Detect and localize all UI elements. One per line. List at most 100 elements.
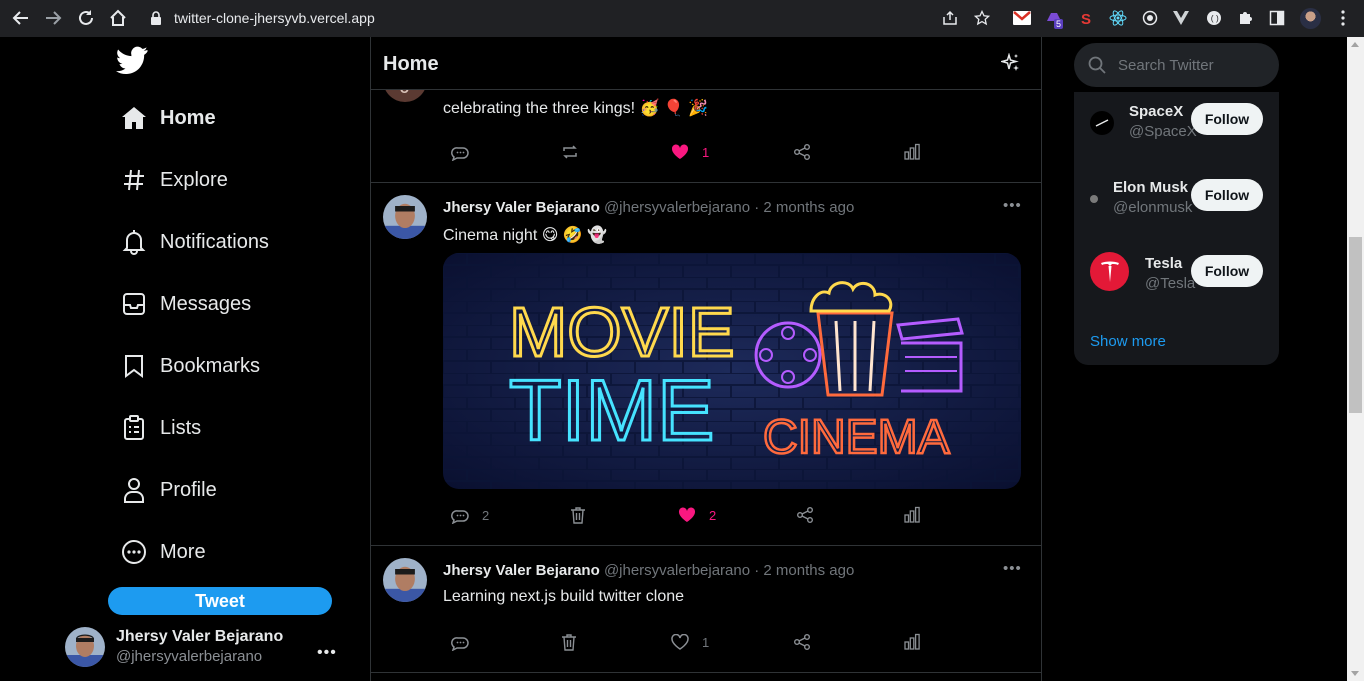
sidebar-item-label: Bookmarks bbox=[160, 354, 261, 377]
like-button[interactable]: 1 bbox=[671, 141, 709, 163]
like-button[interactable]: 1 bbox=[671, 631, 709, 653]
code-extension-icon[interactable]: () bbox=[1204, 8, 1224, 28]
follow-button[interactable]: Follow bbox=[1191, 103, 1263, 135]
sidebar-item-more[interactable]: More bbox=[121, 534, 206, 570]
react-devtools-icon[interactable] bbox=[1108, 8, 1128, 28]
sidebar-item-label: Profile bbox=[160, 478, 217, 501]
home-page-icon[interactable] bbox=[106, 6, 130, 30]
extension-badge: 5 bbox=[1054, 19, 1064, 29]
tweet-button[interactable]: Tweet bbox=[108, 587, 332, 615]
tweet-author-name[interactable]: Jhersy Valer Bejarano bbox=[443, 199, 600, 216]
bookmark-icon bbox=[121, 353, 147, 379]
lock-icon bbox=[150, 11, 162, 25]
url-text: twitter-clone-jhersyvb.vercel.app bbox=[174, 10, 375, 26]
like-count: 1 bbox=[702, 144, 710, 160]
share-button[interactable] bbox=[796, 504, 814, 526]
trash-icon bbox=[561, 633, 577, 651]
sidebar-item-label: Notifications bbox=[160, 230, 269, 253]
follow-suggestion-elonmusk[interactable]: Elon Musk @elonmusk Follow bbox=[1074, 179, 1279, 225]
retweet-icon bbox=[561, 143, 579, 161]
tweet-author-handle[interactable]: @jhersyvalerbejarano bbox=[604, 562, 750, 579]
side-panel-icon[interactable] bbox=[1267, 8, 1287, 28]
tweet-media-image[interactable]: MOVIE TIME CINEMA bbox=[443, 253, 1021, 489]
share-icon[interactable] bbox=[940, 8, 960, 28]
sidebar-item-profile[interactable]: Profile bbox=[121, 472, 217, 508]
avatar bbox=[383, 195, 427, 239]
forward-icon[interactable] bbox=[41, 6, 65, 30]
address-bar[interactable]: twitter-clone-jhersyvb.vercel.app bbox=[138, 3, 1004, 33]
tweet[interactable]: Jhersy Valer Bejarano @jhersyvalerbejara… bbox=[371, 546, 1041, 673]
sidebar-item-label: More bbox=[160, 540, 206, 563]
browser-menu-icon[interactable] bbox=[1333, 8, 1353, 28]
follow-button[interactable]: Follow bbox=[1191, 179, 1263, 211]
like-button[interactable]: 2 bbox=[678, 504, 716, 526]
follow-suggestion-tesla[interactable]: Tesla @Tesla Follow bbox=[1074, 252, 1279, 301]
like-count: 2 bbox=[709, 507, 717, 523]
account-more-icon[interactable]: ••• bbox=[317, 644, 337, 662]
bar-chart-icon bbox=[903, 633, 921, 651]
scrollbar-thumb[interactable] bbox=[1349, 237, 1362, 413]
reply-button[interactable] bbox=[451, 141, 469, 163]
tweet-author-handle[interactable]: @jhersyvalerbejarano bbox=[604, 199, 750, 216]
delete-button[interactable] bbox=[561, 631, 577, 653]
analytics-button[interactable] bbox=[903, 141, 921, 163]
analytics-button[interactable] bbox=[903, 631, 921, 653]
tweet-header: Jhersy Valer Bejarano @jhersyvalerbejara… bbox=[443, 562, 854, 579]
retweet-button[interactable] bbox=[561, 141, 579, 163]
media-text-time: TIME bbox=[509, 363, 714, 459]
tweet-more-icon[interactable]: ••• bbox=[1003, 560, 1022, 577]
twitter-logo-icon[interactable] bbox=[116, 46, 148, 74]
tweet-actions: 2 2 bbox=[443, 504, 1003, 526]
sparkle-icon[interactable] bbox=[1001, 53, 1021, 73]
gmail-extension-icon[interactable] bbox=[1012, 8, 1032, 28]
avatar bbox=[383, 558, 427, 602]
extensions-puzzle-icon[interactable] bbox=[1235, 8, 1255, 28]
back-icon[interactable] bbox=[9, 6, 33, 30]
sidebar-item-label: Home bbox=[160, 106, 216, 129]
feed-header: Home bbox=[371, 37, 1041, 90]
heart-outline-icon bbox=[671, 634, 689, 650]
account-handle: @jhersyvalerbejarano bbox=[116, 648, 263, 665]
share-button[interactable] bbox=[793, 631, 811, 653]
analytics-button[interactable] bbox=[903, 504, 921, 526]
tweet-author-name[interactable]: Jhersy Valer Bejarano bbox=[443, 562, 600, 579]
tweet-text: celebrating the three kings! 🥳 🎈 🎉 bbox=[443, 100, 709, 117]
sidebar-item-lists[interactable]: Lists bbox=[121, 410, 201, 446]
suggestion-handle: @SpaceX bbox=[1129, 123, 1197, 140]
user-icon bbox=[121, 477, 147, 503]
vue-devtools-icon[interactable] bbox=[1171, 8, 1191, 28]
sidebar-item-bookmarks[interactable]: Bookmarks bbox=[121, 348, 260, 384]
sidebar-item-label: Lists bbox=[160, 416, 202, 439]
tesla-logo-icon bbox=[1090, 252, 1129, 291]
follow-suggestion-spacex[interactable]: SpaceX @SpaceX Follow bbox=[1074, 103, 1279, 149]
tweet[interactable]: Jhersy Valer Bejarano @jhersyvalerbejara… bbox=[371, 183, 1041, 546]
tweet-timestamp: · 2 months ago bbox=[754, 199, 855, 216]
bar-chart-icon bbox=[903, 506, 921, 524]
show-more-link[interactable]: Show more bbox=[1090, 333, 1166, 350]
search-box[interactable]: Search Twitter bbox=[1074, 43, 1279, 87]
share-button[interactable] bbox=[793, 141, 811, 163]
account-switcher[interactable]: Jhersy Valer Bejarano @jhersyvalerbejara… bbox=[65, 627, 345, 667]
scroll-up-arrow-icon[interactable] bbox=[1351, 42, 1359, 47]
follow-button[interactable]: Follow bbox=[1191, 255, 1263, 287]
page-scrollbar[interactable] bbox=[1347, 37, 1364, 681]
star-icon[interactable] bbox=[972, 8, 992, 28]
search-icon bbox=[1088, 56, 1106, 74]
sidebar-item-messages[interactable]: Messages bbox=[121, 286, 251, 322]
sidebar-item-home[interactable]: Home bbox=[121, 100, 216, 136]
scroll-down-arrow-icon[interactable] bbox=[1351, 671, 1359, 676]
sidebar-item-notifications[interactable]: Notifications bbox=[121, 224, 269, 260]
tweet-more-icon[interactable]: ••• bbox=[1003, 197, 1022, 214]
s-extension-icon[interactable]: S bbox=[1076, 8, 1096, 28]
search-input[interactable]: Search Twitter bbox=[1118, 57, 1214, 74]
target-extension-icon[interactable] bbox=[1140, 8, 1160, 28]
heart-filled-icon bbox=[678, 507, 696, 523]
main-feed: Home J celebrating the three kings! 🥳 🎈 … bbox=[370, 37, 1042, 681]
delete-button[interactable] bbox=[570, 504, 586, 526]
reload-icon[interactable] bbox=[74, 6, 98, 30]
sidebar-item-explore[interactable]: Explore bbox=[121, 162, 228, 198]
reply-button[interactable] bbox=[451, 631, 469, 653]
browser-profile-avatar[interactable] bbox=[1300, 8, 1321, 29]
reply-button[interactable]: 2 bbox=[451, 504, 489, 526]
media-text-cinema: CINEMA bbox=[763, 411, 950, 464]
